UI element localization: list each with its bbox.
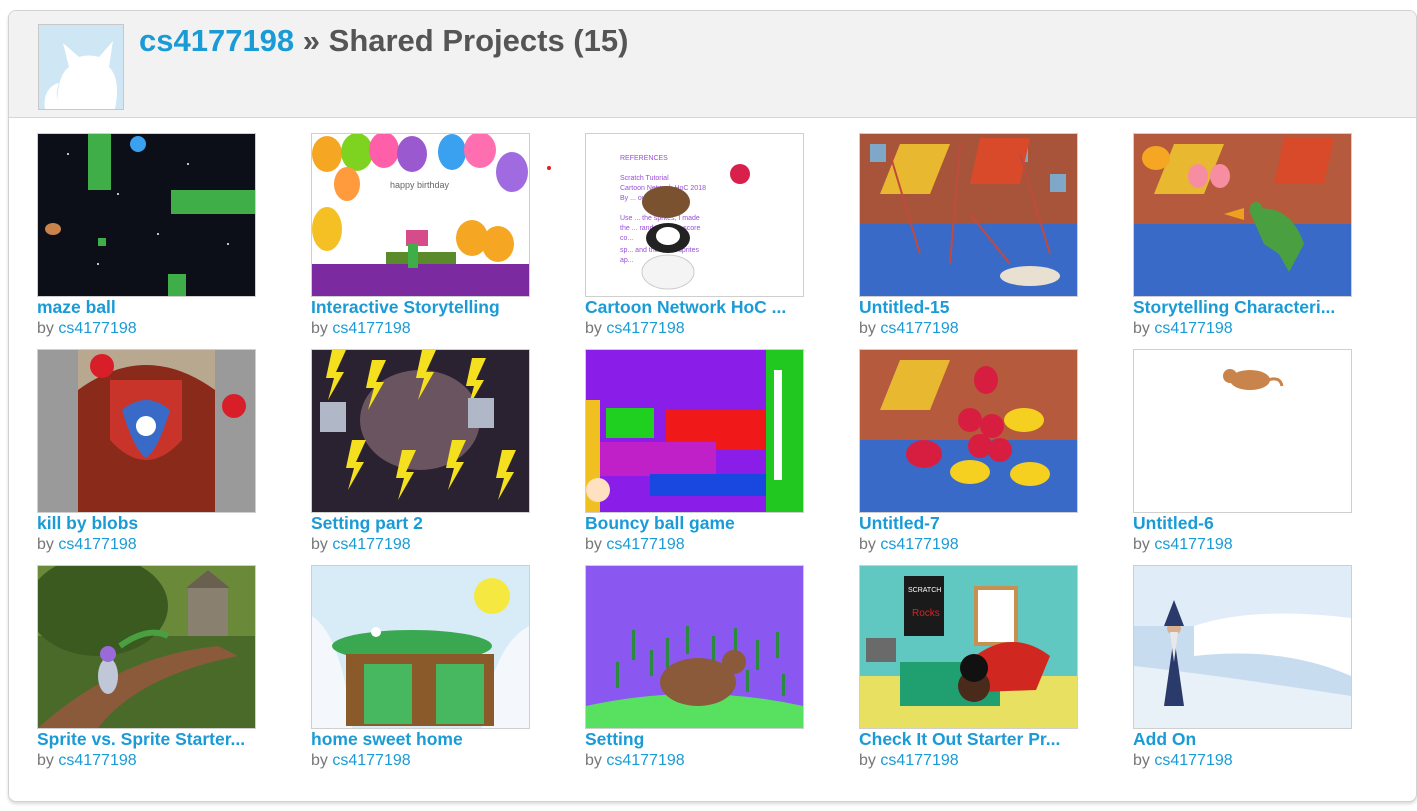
page-header: cs4177198 » Shared Projects (15): [9, 11, 1416, 118]
poster-text: SCRATCH: [908, 587, 941, 594]
author-link[interactable]: cs4177198: [58, 536, 136, 553]
project-title-link[interactable]: Untitled-6: [1133, 513, 1353, 534]
poster-text-2: Rocks: [912, 608, 940, 619]
project-thumbnail[interactable]: [1133, 565, 1352, 729]
project-thumbnail[interactable]: SCRATCH Rocks: [859, 565, 1078, 729]
project-byline: by cs4177198: [585, 536, 685, 553]
project-thumbnail[interactable]: REFERENCES Scratch Tutorial Cartoon Netw…: [585, 133, 804, 297]
project-byline: by cs4177198: [311, 536, 411, 553]
project-byline: by cs4177198: [859, 752, 959, 769]
project-thumbnail[interactable]: happy birthday: [311, 133, 530, 297]
author-link[interactable]: cs4177198: [332, 536, 410, 553]
project-byline: by cs4177198: [311, 320, 411, 337]
svg-text:co...: co...: [620, 235, 633, 242]
project-thumbnail[interactable]: [859, 133, 1078, 297]
project-thumbnail[interactable]: [1133, 133, 1352, 297]
section-title: Shared Projects (15): [328, 23, 629, 58]
author-link[interactable]: cs4177198: [606, 320, 684, 337]
project-title-link[interactable]: Interactive Storytelling: [311, 297, 531, 318]
project-thumbnail[interactable]: [1133, 349, 1352, 513]
project-byline: by cs4177198: [311, 752, 411, 769]
svg-text:Scratch Tutorial: Scratch Tutorial: [620, 175, 669, 182]
project-title-link[interactable]: Sprite vs. Sprite Starter...: [37, 729, 257, 750]
project-title-link[interactable]: Untitled-7: [859, 513, 1079, 534]
author-link[interactable]: cs4177198: [1154, 536, 1232, 553]
title-separator: »: [294, 23, 329, 58]
user-avatar[interactable]: [38, 24, 124, 110]
project-byline: by cs4177198: [1133, 752, 1233, 769]
page-title: cs4177198 » Shared Projects (15): [139, 23, 628, 59]
project-byline: by cs4177198: [585, 752, 685, 769]
project-byline: by cs4177198: [37, 320, 137, 337]
project-title-link[interactable]: Check It Out Starter Pr...: [859, 729, 1079, 750]
project-thumbnail[interactable]: [37, 133, 256, 297]
author-link[interactable]: cs4177198: [880, 536, 958, 553]
username-link[interactable]: cs4177198: [139, 23, 294, 58]
project-thumbnail[interactable]: [859, 349, 1078, 513]
birthday-caption: happy birthday: [390, 180, 450, 190]
project-thumbnail[interactable]: [311, 349, 530, 513]
project-title-link[interactable]: Setting part 2: [311, 513, 531, 534]
author-link[interactable]: cs4177198: [880, 320, 958, 337]
scratch-cat-avatar-icon: [39, 25, 123, 109]
project-title-link[interactable]: Setting: [585, 729, 805, 750]
shared-projects-panel: cs4177198 » Shared Projects (15) maze ba…: [8, 10, 1417, 802]
author-link[interactable]: cs4177198: [332, 320, 410, 337]
project-byline: by cs4177198: [37, 536, 137, 553]
author-link[interactable]: cs4177198: [58, 320, 136, 337]
project-byline: by cs4177198: [1133, 536, 1233, 553]
project-thumbnail[interactable]: [37, 349, 256, 513]
references-heading: REFERENCES: [620, 155, 668, 162]
project-byline: by cs4177198: [1133, 320, 1233, 337]
project-title-link[interactable]: Add On: [1133, 729, 1353, 750]
author-link[interactable]: cs4177198: [880, 752, 958, 769]
project-byline: by cs4177198: [859, 536, 959, 553]
author-link[interactable]: cs4177198: [606, 752, 684, 769]
project-title-link[interactable]: Bouncy ball game: [585, 513, 805, 534]
project-thumbnail[interactable]: [311, 565, 530, 729]
project-title-link[interactable]: Untitled-15: [859, 297, 1079, 318]
project-title-link[interactable]: Storytelling Characteri...: [1133, 297, 1353, 318]
author-link[interactable]: cs4177198: [606, 536, 684, 553]
project-title-link[interactable]: maze ball: [37, 297, 257, 318]
project-thumbnail[interactable]: [37, 565, 256, 729]
project-byline: by cs4177198: [37, 752, 137, 769]
project-thumbnail[interactable]: [585, 565, 804, 729]
svg-text:ap...: ap...: [620, 257, 634, 264]
author-link[interactable]: cs4177198: [1154, 752, 1232, 769]
stray-red-dot: [547, 166, 551, 170]
project-thumbnail[interactable]: [585, 349, 804, 513]
author-link[interactable]: cs4177198: [1154, 320, 1232, 337]
project-title-link[interactable]: Cartoon Network HoC ...: [585, 297, 805, 318]
project-byline: by cs4177198: [859, 320, 959, 337]
project-title-link[interactable]: home sweet home: [311, 729, 531, 750]
author-link[interactable]: cs4177198: [332, 752, 410, 769]
author-link[interactable]: cs4177198: [58, 752, 136, 769]
project-title-link[interactable]: kill by blobs: [37, 513, 257, 534]
project-byline: by cs4177198: [585, 320, 685, 337]
